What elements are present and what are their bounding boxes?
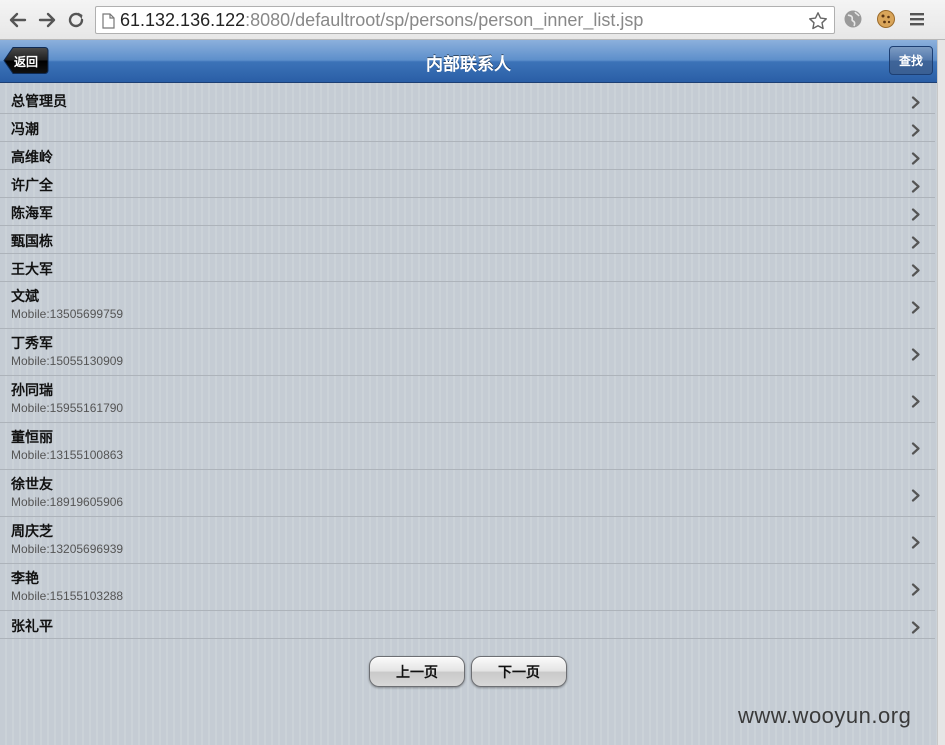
page-viewport: 返回 内部联系人 查找 总管理员冯潮高维岭许广全陈海军甄国栋王大军文斌 Mobil… [0,40,937,745]
contact-row[interactable]: 王大军 [0,254,935,282]
contact-row[interactable]: 冯潮 [0,114,935,142]
reload-icon[interactable] [64,8,88,32]
chevron-right-icon [911,262,921,281]
contact-row[interactable]: 陈海军 [0,198,935,226]
contact-row[interactable]: 总管理员 [0,86,935,114]
contact-row[interactable]: 董恒丽 Mobile:13155100863 [0,423,935,470]
chevron-right-icon [911,122,921,141]
url-text: 61.132.136.122:8080/defaultroot/sp/perso… [120,10,643,31]
contact-name: 李艳 [11,571,39,587]
contact-name: 丁秀军 [11,336,53,352]
contact-mobile: Mobile:15155103288 [11,589,124,603]
contact-name: 孙同瑞 [11,383,53,399]
search-button[interactable]: 查找 [889,46,933,75]
chevron-right-icon [911,234,921,253]
cookie-icon[interactable] [876,9,896,33]
url-path: :8080/defaultroot/sp/persons/person_inne… [245,9,644,30]
contact-name: 董恒丽 [11,430,53,446]
chevron-right-icon [911,150,921,169]
contact-name: 冯潮 [11,122,39,138]
page-title: 内部联系人 [426,55,511,75]
url-host: 61.132.136.122 [120,9,246,30]
back-arrow-icon[interactable] [6,8,30,32]
contact-row[interactable]: 许广全 [0,170,935,198]
contact-name: 张礼平 [11,619,53,635]
chevron-right-icon [911,206,921,225]
contact-row[interactable]: 周庆芝 Mobile:13205696939 [0,517,935,564]
chevron-right-icon [911,178,921,197]
contact-name: 王大军 [11,262,53,278]
title-bar: 返回 内部联系人 查找 [0,40,937,83]
contact-name: 徐世友 [11,477,53,493]
page-icon [102,13,115,33]
chevron-right-icon [911,346,921,365]
contact-row[interactable]: 丁秀军 Mobile:15055130909 [0,329,935,376]
contact-mobile: Mobile:13155100863 [11,448,124,462]
contact-name: 高维岭 [11,150,53,166]
chevron-right-icon [911,94,921,113]
chevron-right-icon [911,534,921,553]
next-page-button[interactable]: 下一页 [471,656,567,687]
contact-row[interactable]: 高维岭 [0,142,935,170]
contact-row[interactable]: 张礼平 [0,611,935,639]
contact-mobile: Mobile:13505699759 [11,307,124,321]
contact-name: 甄国栋 [11,234,53,250]
chevron-right-icon [911,299,921,318]
contact-row[interactable]: 李艳 Mobile:15155103288 [0,564,935,611]
contact-mobile: Mobile:15955161790 [11,401,124,415]
globe-icon[interactable] [843,9,863,33]
chevron-right-icon [911,440,921,459]
contact-mobile: Mobile:13205696939 [11,542,124,556]
contact-name: 许广全 [11,178,53,194]
contact-name: 总管理员 [11,94,67,110]
chevron-right-icon [911,619,921,638]
contact-row[interactable]: 孙同瑞 Mobile:15955161790 [0,376,935,423]
menu-icon[interactable] [908,9,926,33]
star-icon[interactable] [808,11,828,35]
contact-name: 文斌 [11,289,39,305]
contact-row[interactable]: 甄国栋 [0,226,935,254]
contact-row[interactable]: 文斌 Mobile:13505699759 [0,282,935,329]
prev-page-button[interactable]: 上一页 [369,656,465,687]
contact-name: 周庆芝 [11,524,53,540]
contact-row[interactable]: 徐世友 Mobile:18919605906 [0,470,935,517]
chevron-right-icon [911,487,921,506]
contact-mobile: Mobile:18919605906 [11,495,124,509]
chevron-right-icon [911,393,921,412]
chevron-right-icon [911,581,921,600]
contact-mobile: Mobile:15055130909 [11,354,124,368]
contact-list: 总管理员冯潮高维岭许广全陈海军甄国栋王大军文斌 Mobile:1350569975… [0,86,935,639]
forward-arrow-icon[interactable] [35,8,59,32]
watermark: www.wooyun.org [738,703,912,728]
scrollbar[interactable] [937,40,945,745]
browser-toolbar: 61.132.136.122:8080/defaultroot/sp/perso… [0,0,945,40]
address-bar[interactable]: 61.132.136.122:8080/defaultroot/sp/perso… [95,6,835,34]
pagination: 上一页 下一页 [369,656,569,688]
contact-name: 陈海军 [11,206,53,222]
